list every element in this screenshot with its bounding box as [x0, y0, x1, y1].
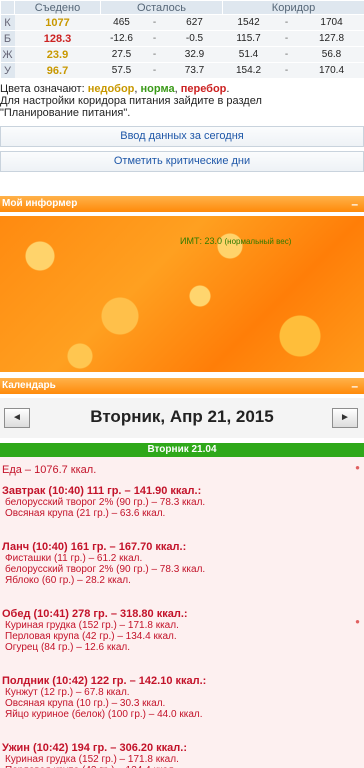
calendar-title: Календарь [2, 380, 56, 391]
legend-end: . [226, 83, 230, 95]
day-entries: Еда – 1076.7 ккал. ● ● Завтрак (10:40) 1… [0, 457, 364, 768]
corridor-to: 1704 [298, 14, 364, 31]
remaining-dash: - [142, 46, 167, 63]
nutrition-row: Ж 23.9 27.5-32.9 51.4-56.8 [0, 46, 364, 63]
informer-title: Мой информер [2, 198, 78, 209]
meal-title[interactable]: Полдник (10:42) 122 гр. – 142.10 ккал.: [2, 675, 354, 687]
bmi-value: ИМТ: 23.0 [180, 236, 222, 246]
legend-over: перебор [180, 83, 227, 95]
nutrient-letter: У [0, 62, 15, 79]
meal-item: Перловая крупа (42 гр.) – 134.4 ккал. [5, 631, 177, 642]
remaining-from: 465 [100, 14, 143, 31]
remaining-from: 57.5 [100, 62, 143, 79]
meal-item: Фисташки (11 гр.) – 61.2 ккал. [5, 553, 143, 564]
meal-title[interactable]: Обед (10:41) 278 гр. – 318.80 ккал.: [2, 608, 354, 620]
header-remaining: Осталось [99, 0, 224, 15]
day-total: Еда – 1076.7 ккал. [2, 464, 97, 476]
legend-line-1: Цвета означают: недобор, норма, перебор. [0, 83, 364, 95]
nutrient-letter: Ж [0, 46, 15, 63]
corridor-dash: - [274, 30, 299, 47]
informer-header: Мой информер – [0, 196, 364, 212]
corridor-to: 170.4 [298, 62, 364, 79]
meal-block: Обед (10:41) 278 гр. – 318.80 ккал.: Кури… [2, 608, 354, 653]
remaining-to: 32.9 [166, 46, 223, 63]
eaten-value: 1077 [14, 14, 101, 31]
legend-norm: норма [140, 83, 175, 95]
corridor-to: 127.8 [298, 30, 364, 47]
remaining-dash: - [142, 30, 167, 47]
corridor-dash: - [274, 62, 299, 79]
eaten-value: 23.9 [14, 46, 101, 63]
meal-item: белорусский творог 2% (90 гр.) – 78.3 кк… [5, 497, 206, 508]
remaining-dash: - [142, 62, 167, 79]
corridor-dash: - [274, 46, 299, 63]
header-corridor: Коридор [222, 0, 364, 15]
calendar-date: Вторник, Апр 21, 2015 [90, 407, 274, 426]
nutrition-header-corner [0, 0, 15, 15]
nutrition-header-row: Съедено Осталось Коридор [0, 0, 364, 15]
corridor-from: 115.7 [222, 30, 275, 47]
nutrition-row: Б 128.3 -12.6- -0.5 115.7-127.8 [0, 30, 364, 47]
nutrition-row: У 96.7 57.5-73.7 154.2-170.4 [0, 62, 364, 79]
mark-critical-days-button[interactable]: Отметить критические дни [0, 151, 364, 172]
day-header[interactable]: Вторник 21.04 [0, 443, 364, 457]
meal-item: Яблоко (60 гр.) – 28.2 ккал. [5, 575, 131, 586]
calendar-nav: ◄ Вторник, Апр 21, 2015 ► [0, 398, 364, 438]
corridor-dash: - [274, 14, 299, 31]
remaining-to: 627 [166, 14, 223, 31]
legend-under: недобор [87, 83, 135, 95]
nutrition-row: К 1077 465-627 1542-1704 [0, 14, 364, 31]
remaining-from: 27.5 [100, 46, 143, 63]
header-eaten: Съедено [14, 0, 101, 15]
meal-item: Куриная грудка (152 гр.) – 171.8 ккал. [5, 620, 179, 631]
meal-item: Овсяная крупа (21 гр.) – 63.6 ккал. [5, 508, 166, 519]
eaten-value: 96.7 [14, 62, 101, 79]
corridor-from: 51.4 [222, 46, 275, 63]
calendar-header: Календарь – [0, 378, 364, 394]
enter-today-button[interactable]: Ввод данных за сегодня [0, 126, 364, 147]
nutrient-letter: К [0, 14, 15, 31]
informer-panel: ИМТ: 23.0 (нормальный вес) [0, 216, 364, 372]
legend-line-3: "Планирование питания". [0, 107, 131, 119]
meal-item: Куриная грудка (152 гр.) – 171.8 ккал. [5, 754, 179, 765]
nutrition-table: Съедено Осталось Коридор К 1077 465-627 154… [0, 0, 364, 79]
meal-block: Полдник (10:42) 122 гр. – 142.10 ккал.: К… [2, 675, 354, 720]
next-day-button[interactable]: ► [332, 408, 358, 428]
corridor-to: 56.8 [298, 46, 364, 63]
meal-item: Огурец (84 гр.) – 12.6 ккал. [5, 642, 130, 653]
legend-line-2: Для настройки коридора питания зайдите в… [0, 95, 262, 107]
remaining-to: 73.7 [166, 62, 223, 79]
remaining-to: -0.5 [166, 30, 223, 47]
meal-item: Яйцо куриное (белок) (100 гр.) – 44.0 кк… [5, 709, 203, 720]
legend-prefix: Цвета означают: [0, 83, 88, 95]
meal-title[interactable]: Ужин (10:42) 194 гр. – 306.20 ккал.: [2, 742, 354, 754]
meal-block: Ужин (10:42) 194 гр. – 306.20 ккал.: Кури… [2, 742, 354, 768]
remaining-from: -12.6 [100, 30, 143, 47]
color-legend: Цвета означают: недобор, норма, перебор.… [0, 83, 364, 119]
meal-title[interactable]: Завтрак (10:40) 111 гр. – 141.90 ккал.: [2, 485, 354, 497]
corridor-from: 154.2 [222, 62, 275, 79]
meal-block: Ланч (10:40) 161 гр. – 167.70 ккал.: Фист… [2, 541, 354, 586]
bmi-line: ИМТ: 23.0 (нормальный вес) [180, 236, 291, 246]
meal-title[interactable]: Ланч (10:40) 161 гр. – 167.70 ккал.: [2, 541, 354, 553]
bmi-note: (нормальный вес) [224, 237, 292, 246]
meal-block: Завтрак (10:40) 111 гр. – 141.90 ккал.: б… [2, 485, 354, 519]
nutrient-letter: Б [0, 30, 15, 47]
apple-icon: ● [355, 617, 360, 626]
meal-item: Кунжут (12 гр.) – 67.8 ккал. [5, 687, 130, 698]
eaten-value: 128.3 [14, 30, 101, 47]
meal-item: белорусский творог 2% (90 гр.) – 78.3 кк… [5, 564, 206, 575]
meal-item: Овсяная крупа (10 гр.) – 30.3 ккал. [5, 698, 166, 709]
informer-minimize-icon[interactable]: – [351, 196, 358, 212]
apple-icon: ● [355, 463, 360, 472]
calendar-minimize-icon[interactable]: – [351, 378, 358, 394]
remaining-dash: - [142, 14, 167, 31]
corridor-from: 1542 [222, 14, 275, 31]
